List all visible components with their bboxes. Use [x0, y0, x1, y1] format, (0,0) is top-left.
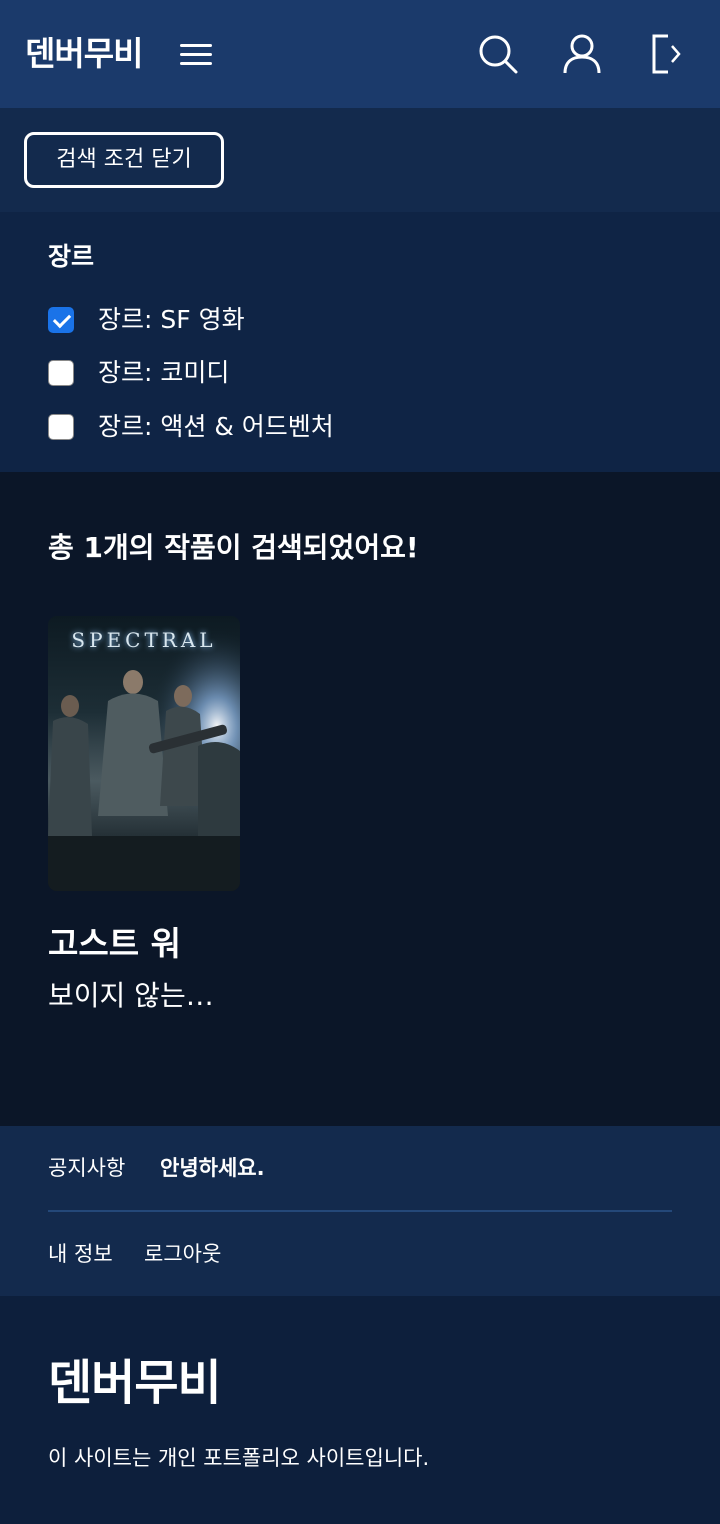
logout-link[interactable]: 로그아웃 — [144, 1238, 221, 1270]
genre-label-action: 장르: 액션 & 어드벤처 — [98, 412, 334, 441]
results-summary: 총 1개의 작품이 검색되었어요! — [48, 531, 419, 564]
user-icon[interactable] — [560, 30, 604, 78]
genre-label-sf: 장르: SF 영화 — [98, 305, 245, 334]
movie-title[interactable]: 고스트 워 — [48, 922, 348, 966]
checkbox-comedy[interactable] — [48, 360, 74, 386]
footer-divider — [48, 1210, 672, 1212]
genre-heading: 장르 — [48, 242, 95, 271]
genre-option-action[interactable]: 장르: 액션 & 어드벤처 — [48, 407, 468, 447]
movie-subtitle: 보이지 않는… — [48, 979, 214, 1012]
checkbox-action[interactable] — [48, 414, 74, 440]
genre-label-comedy: 장르: 코미디 — [98, 358, 230, 387]
poster-artwork — [48, 616, 240, 891]
logout-icon[interactable] — [646, 30, 690, 78]
site-logo[interactable]: 덴버무비 — [25, 32, 143, 76]
notice-headline[interactable]: 안녕하세요. — [160, 1152, 265, 1184]
notice-link[interactable]: 공지사항 — [48, 1152, 125, 1184]
search-icon[interactable] — [476, 30, 520, 78]
genre-option-comedy[interactable]: 장르: 코미디 — [48, 353, 468, 393]
footer-logo: 덴버무비 — [48, 1355, 222, 1411]
hamburger-menu-icon[interactable] — [178, 38, 214, 70]
movie-poster[interactable]: SPECTRAL — [48, 616, 240, 891]
close-search-filter-button[interactable]: 검색 조건 닫기 — [24, 132, 224, 188]
checkbox-sf[interactable] — [48, 307, 74, 333]
my-info-link[interactable]: 내 정보 — [48, 1238, 113, 1270]
poster-title-text: SPECTRAL — [71, 628, 217, 652]
footer-description: 이 사이트는 개인 포트폴리오 사이트입니다. — [48, 1446, 430, 1470]
genre-option-sf[interactable]: 장르: SF 영화 — [48, 300, 468, 340]
